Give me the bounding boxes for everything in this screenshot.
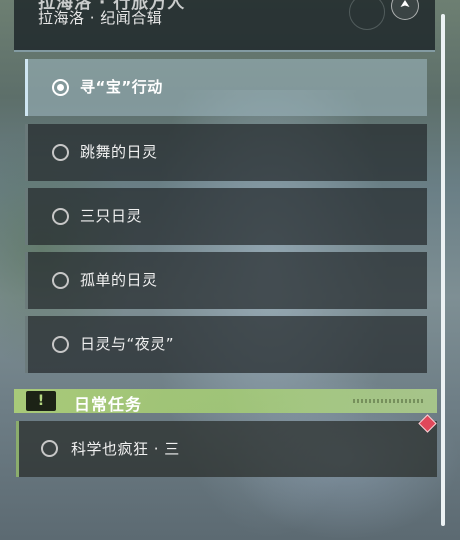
- quest-item[interactable]: 寻“宝”行动: [25, 59, 427, 116]
- radio-selected-icon[interactable]: [52, 79, 69, 96]
- quest-group-subtitle: 拉海洛 · 纪闻合辑: [38, 9, 163, 27]
- quest-item[interactable]: 日灵与“夜灵”: [25, 316, 427, 373]
- radio-icon[interactable]: [52, 208, 69, 225]
- quest-item[interactable]: 孤单的日灵: [25, 252, 427, 309]
- quest-item[interactable]: 跳舞的日灵: [25, 124, 427, 181]
- exclamation-glyph: !: [37, 393, 45, 409]
- arrow-up-icon[interactable]: [391, 0, 419, 20]
- exclamation-icon: !: [26, 391, 56, 411]
- quest-group-header[interactable]: 拉海洛 · 行旅万人 拉海洛 · 纪闻合辑: [14, 0, 435, 52]
- quest-label: 孤单的日灵: [80, 271, 158, 289]
- quest-label: 三只日灵: [80, 207, 143, 225]
- radio-icon[interactable]: [52, 272, 69, 289]
- section-title: 日常任务: [74, 395, 143, 414]
- daily-quest-item[interactable]: 科学也疯狂 · 三: [16, 414, 437, 477]
- quest-label: 科学也疯狂 · 三: [71, 440, 180, 458]
- radio-icon[interactable]: [41, 440, 58, 457]
- section-decoration: [353, 399, 423, 403]
- daily-quests-section-header[interactable]: ! 日常任务: [14, 389, 437, 414]
- radio-icon[interactable]: [52, 144, 69, 161]
- quest-label: 日灵与“夜灵”: [80, 335, 175, 353]
- header-emblem-decoration: [349, 0, 385, 30]
- quest-label: 跳舞的日灵: [80, 143, 158, 161]
- quest-label: 寻“宝”行动: [80, 78, 163, 96]
- quest-item[interactable]: 三只日灵: [25, 188, 427, 245]
- radio-icon[interactable]: [52, 336, 69, 353]
- scrollbar-thumb[interactable]: [441, 14, 445, 526]
